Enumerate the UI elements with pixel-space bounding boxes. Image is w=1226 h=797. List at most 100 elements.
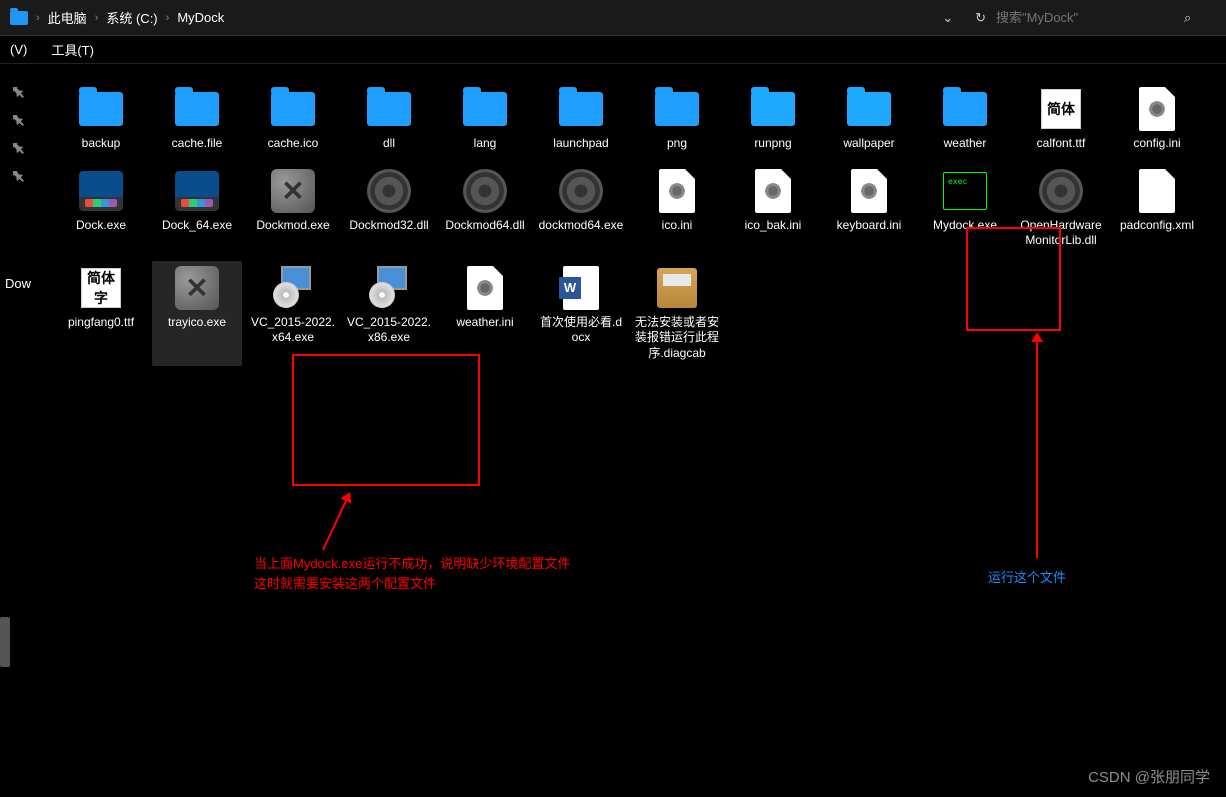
file-item[interactable]: dockmod64.exe (536, 164, 626, 253)
file-item[interactable]: config.ini (1112, 82, 1202, 156)
file-item[interactable]: cache.file (152, 82, 242, 156)
search-input[interactable] (996, 10, 1176, 25)
file-label: VC_2015-2022.x86.exe (346, 315, 432, 346)
file-label: wallpaper (843, 136, 894, 152)
file-item[interactable]: weather.ini (440, 261, 530, 366)
file-item[interactable]: dll (344, 82, 434, 156)
file-label: lang (474, 136, 497, 152)
chevron-right-icon: › (95, 12, 99, 24)
installer-icon (267, 265, 319, 311)
file-item[interactable]: launchpad (536, 82, 626, 156)
annotation-text: 运行这个文件 (988, 568, 1066, 588)
breadcrumb-item[interactable]: 此电脑 (48, 8, 87, 27)
file-item[interactable]: 简体 calfont.ttf (1016, 82, 1106, 156)
breadcrumb[interactable]: › 此电脑 › 系统 (C:) › MyDock (10, 8, 942, 27)
file-item[interactable]: VC_2015-2022.x86.exe (344, 261, 434, 366)
file-item[interactable]: cache.ico (248, 82, 338, 156)
file-label: Dock_64.exe (162, 218, 232, 234)
gear-file-icon (459, 265, 511, 311)
scrollbar[interactable] (0, 617, 10, 667)
file-label: OpenHardwareMonitorLib.dll (1018, 218, 1104, 249)
annotation-box (292, 354, 480, 486)
tool-exe-icon (171, 265, 223, 311)
folder-icon (651, 86, 703, 132)
file-item[interactable]: Dock.exe (56, 164, 146, 253)
file-item[interactable]: ico.ini (632, 164, 722, 253)
menu-bar: (V) 工具(T) (0, 36, 1226, 64)
file-item[interactable]: wallpaper (824, 82, 914, 156)
file-label: Dockmod.exe (256, 218, 329, 234)
file-item[interactable]: keyboard.ini (824, 164, 914, 253)
file-label: backup (82, 136, 121, 152)
dll-gear-icon (555, 168, 607, 214)
search-icon[interactable]: ⌕ (1184, 10, 1191, 26)
file-label: config.ini (1133, 136, 1180, 152)
file-label: ico_bak.ini (745, 218, 802, 234)
file-item[interactable]: OpenHardwareMonitorLib.dll (1016, 164, 1106, 253)
file-label: pingfang0.ttf (68, 315, 134, 331)
folder-icon (555, 86, 607, 132)
file-item[interactable]: lang (440, 82, 530, 156)
file-item[interactable]: W首次使用必看.docx (536, 261, 626, 366)
file-label: VC_2015-2022.x64.exe (250, 315, 336, 346)
file-item[interactable]: Dockmod32.dll (344, 164, 434, 253)
dock-exe-icon (171, 168, 223, 214)
pin-icon[interactable] (7, 165, 30, 188)
sidebar-label: Dow (5, 276, 31, 291)
file-item[interactable]: Dockmod.exe (248, 164, 338, 253)
file-label: trayico.exe (168, 315, 226, 331)
word-icon: W (555, 265, 607, 311)
file-label: png (667, 136, 687, 152)
file-label: Mydock.exe (933, 218, 997, 234)
address-bar: › 此电脑 › 系统 (C:) › MyDock ⌄ ↻ ⌕ (0, 0, 1226, 36)
blank-file-icon (1131, 168, 1183, 214)
dll-gear-icon (1035, 168, 1087, 214)
search-box[interactable]: ⌕ (996, 10, 1216, 26)
file-label: cache.ico (268, 136, 319, 152)
pin-icon[interactable] (7, 109, 30, 132)
file-item[interactable]: trayico.exe (152, 261, 242, 366)
installer-icon (363, 265, 415, 311)
file-label: padconfig.xml (1120, 218, 1194, 234)
gear-file-icon (747, 168, 799, 214)
pin-icon[interactable] (7, 81, 30, 104)
file-label: runpng (754, 136, 791, 152)
ttf-icon: 简体 (1035, 86, 1087, 132)
chevron-down-icon[interactable]: ⌄ (942, 10, 953, 26)
file-label: Dock.exe (76, 218, 126, 234)
annotation-text: 当上面Mydock.exe运行不成功，说明缺少环境配置文件 这时就需要安装这两个… (254, 554, 570, 593)
file-item[interactable]: Dockmod64.dll (440, 164, 530, 253)
file-item[interactable]: VC_2015-2022.x64.exe (248, 261, 338, 366)
folder-icon (459, 86, 511, 132)
folder-icon (363, 86, 415, 132)
file-item[interactable]: Dock_64.exe (152, 164, 242, 253)
pin-icon[interactable] (7, 137, 30, 160)
exec-black-icon: exec (939, 168, 991, 214)
file-item[interactable]: backup (56, 82, 146, 156)
chevron-right-icon: › (36, 12, 40, 24)
breadcrumb-item[interactable]: 系统 (C:) (106, 8, 157, 27)
content-area: Dow backup cache.file cache.ico dll lang laun… (0, 64, 1226, 797)
file-item[interactable]: weather (920, 82, 1010, 156)
file-label: 无法安装或者安装报错运行此程序.diagcab (634, 315, 720, 362)
folder-icon (171, 86, 223, 132)
gear-file-icon (1131, 86, 1183, 132)
menu-tools[interactable]: 工具(T) (45, 38, 100, 61)
file-label: dockmod64.exe (539, 218, 624, 234)
file-item[interactable]: 无法安装或者安装报错运行此程序.diagcab (632, 261, 722, 366)
file-label: calfont.ttf (1037, 136, 1086, 152)
folder-light-icon (843, 86, 895, 132)
file-item[interactable]: 简体字pingfang0.ttf (56, 261, 146, 366)
file-item[interactable]: runpng (728, 82, 818, 156)
file-item[interactable]: exec Mydock.exe (920, 164, 1010, 253)
breadcrumb-item[interactable]: MyDock (177, 10, 224, 25)
annotation-arrow (322, 493, 350, 550)
menu-view[interactable]: (V) (4, 40, 33, 59)
file-item[interactable]: png (632, 82, 722, 156)
watermark: CSDN @张朋同学 (1088, 766, 1210, 787)
file-grid: backup cache.file cache.ico dll lang launchpa… (36, 64, 1226, 797)
chevron-right-icon: › (166, 12, 170, 24)
file-item[interactable]: ico_bak.ini (728, 164, 818, 253)
file-item[interactable]: padconfig.xml (1112, 164, 1202, 253)
refresh-icon[interactable]: ↻ (975, 10, 986, 26)
